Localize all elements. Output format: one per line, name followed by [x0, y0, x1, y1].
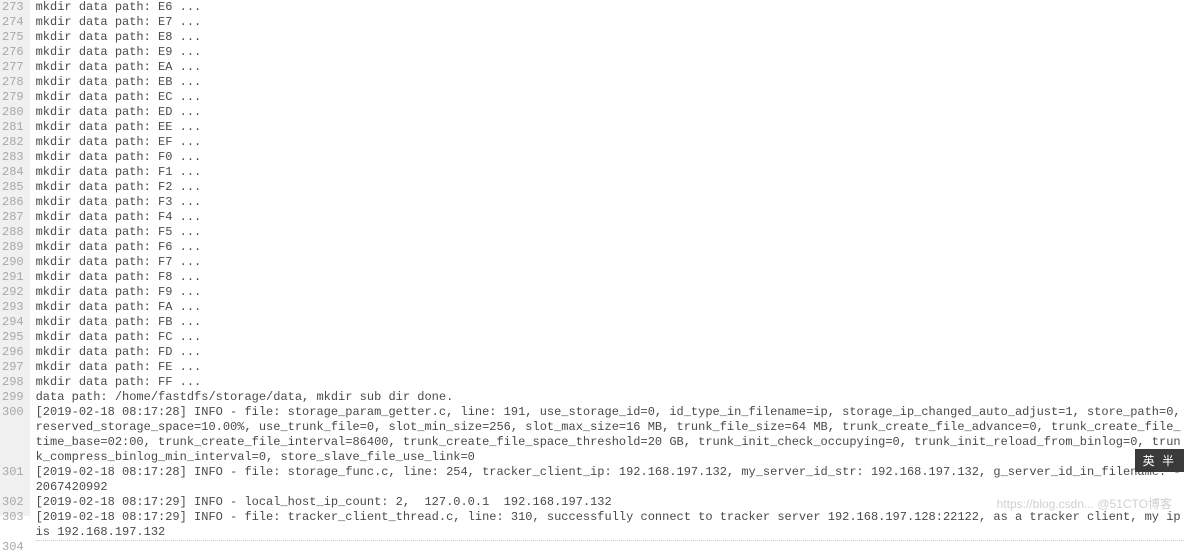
log-line: mkdir data path: F5 ... — [36, 225, 1184, 240]
line-number: 278 — [2, 75, 24, 90]
log-line: mkdir data path: EF ... — [36, 135, 1184, 150]
line-number: 303 — [2, 510, 24, 540]
line-number: 284 — [2, 165, 24, 180]
log-line: mkdir data path: F6 ... — [36, 240, 1184, 255]
line-number: 277 — [2, 60, 24, 75]
log-line: mkdir data path: FF ... — [36, 375, 1184, 390]
log-line: mkdir data path: EC ... — [36, 90, 1184, 105]
log-line: mkdir data path: EB ... — [36, 75, 1184, 90]
line-number: 281 — [2, 120, 24, 135]
log-line: mkdir data path: F8 ... — [36, 270, 1184, 285]
log-line: mkdir data path: FB ... — [36, 315, 1184, 330]
line-number: 301 — [2, 465, 24, 495]
line-number: 279 — [2, 90, 24, 105]
log-line: mkdir data path: F7 ... — [36, 255, 1184, 270]
line-number: 288 — [2, 225, 24, 240]
line-number: 297 — [2, 360, 24, 375]
log-line: mkdir data path: E9 ... — [36, 45, 1184, 60]
log-line: mkdir data path: F4 ... — [36, 210, 1184, 225]
log-line: mkdir data path: F2 ... — [36, 180, 1184, 195]
line-number: 291 — [2, 270, 24, 285]
log-line: mkdir data path: FE ... — [36, 360, 1184, 375]
line-number: 290 — [2, 255, 24, 270]
log-line: mkdir data path: F3 ... — [36, 195, 1184, 210]
line-number: 300 — [2, 405, 24, 465]
line-number: 304 — [2, 540, 24, 555]
log-line: mkdir data path: E6 ... — [36, 0, 1184, 15]
line-number: 287 — [2, 210, 24, 225]
log-line — [36, 540, 1184, 554]
log-line: [2019-02-18 08:17:28] INFO - file: stora… — [36, 405, 1184, 465]
log-line: mkdir data path: E8 ... — [36, 30, 1184, 45]
line-number: 294 — [2, 315, 24, 330]
log-editor: 2732742752762772782792802812822832842852… — [0, 0, 1184, 516]
log-line: [2019-02-18 08:17:29] INFO - local_host_… — [36, 495, 1184, 510]
line-number: 273 — [2, 0, 24, 15]
log-line: data path: /home/fastdfs/storage/data, m… — [36, 390, 1184, 405]
line-number: 282 — [2, 135, 24, 150]
line-number: 280 — [2, 105, 24, 120]
log-line: mkdir data path: FC ... — [36, 330, 1184, 345]
line-number: 275 — [2, 30, 24, 45]
line-number: 296 — [2, 345, 24, 360]
log-line: mkdir data path: FA ... — [36, 300, 1184, 315]
ime-indicator[interactable]: 英 半 — [1135, 449, 1184, 472]
log-line: mkdir data path: F9 ... — [36, 285, 1184, 300]
line-number: 292 — [2, 285, 24, 300]
log-line: mkdir data path: E7 ... — [36, 15, 1184, 30]
log-content[interactable]: mkdir data path: E6 ...mkdir data path: … — [30, 0, 1184, 516]
line-number: 276 — [2, 45, 24, 60]
log-line: mkdir data path: ED ... — [36, 105, 1184, 120]
line-number: 285 — [2, 180, 24, 195]
line-number: 299 — [2, 390, 24, 405]
line-number: 295 — [2, 330, 24, 345]
log-line: mkdir data path: FD ... — [36, 345, 1184, 360]
log-line: [2019-02-18 08:17:29] INFO - file: track… — [36, 510, 1184, 540]
log-line: mkdir data path: F1 ... — [36, 165, 1184, 180]
line-number: 298 — [2, 375, 24, 390]
line-number-gutter: 2732742752762772782792802812822832842852… — [0, 0, 30, 516]
log-line: mkdir data path: F0 ... — [36, 150, 1184, 165]
line-number: 289 — [2, 240, 24, 255]
line-number: 286 — [2, 195, 24, 210]
line-number: 293 — [2, 300, 24, 315]
line-number: 274 — [2, 15, 24, 30]
log-line: mkdir data path: EE ... — [36, 120, 1184, 135]
log-line: mkdir data path: EA ... — [36, 60, 1184, 75]
line-number: 302 — [2, 495, 24, 510]
log-line: [2019-02-18 08:17:28] INFO - file: stora… — [36, 465, 1184, 495]
line-number: 283 — [2, 150, 24, 165]
